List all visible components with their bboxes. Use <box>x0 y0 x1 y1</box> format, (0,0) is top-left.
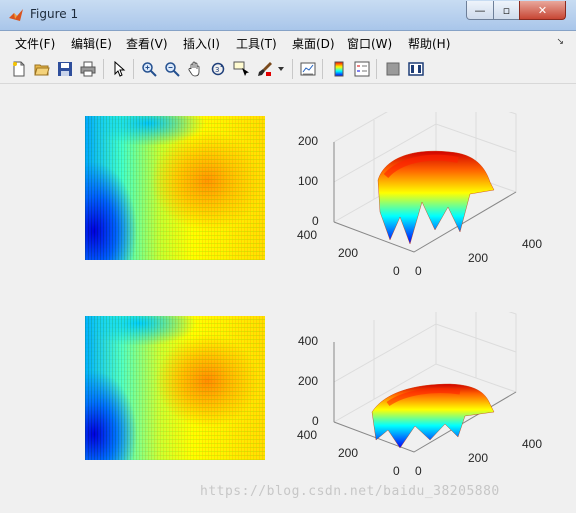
menu-edit[interactable]: 编辑(E) <box>71 35 112 52</box>
zoom-out-icon[interactable] <box>162 59 182 79</box>
toolbar-separator <box>376 59 377 79</box>
surface-plot-top[interactable] <box>290 112 560 282</box>
brush-dropdown-icon[interactable] <box>276 59 286 79</box>
watermark-text: https://blog.csdn.net/baidu_38205880 <box>200 484 500 499</box>
menu-tools[interactable]: 工具(T) <box>236 35 277 52</box>
y-tick: 200 <box>338 446 359 460</box>
menu-desktop[interactable]: 桌面(D) <box>292 35 335 52</box>
menu-insert[interactable]: 插入(I) <box>183 35 220 52</box>
y-tick: 400 <box>297 428 318 442</box>
z-tick: 0 <box>312 414 319 428</box>
z-tick: 200 <box>298 134 319 148</box>
figure-toolbar: 3 <box>0 55 576 84</box>
brush-icon[interactable] <box>255 59 275 79</box>
hide-plot-tools-icon[interactable] <box>383 59 403 79</box>
new-figure-icon[interactable] <box>9 59 29 79</box>
surface-plot-bottom[interactable] <box>290 312 560 482</box>
x-tick: 0 <box>415 464 422 478</box>
print-icon[interactable] <box>78 59 98 79</box>
colorbar-icon[interactable] <box>329 59 349 79</box>
maximize-button[interactable]: ▫ <box>493 1 520 20</box>
menu-view[interactable]: 查看(V) <box>126 35 168 52</box>
title-bar: Figure 1 — ▫ ✕ <box>0 0 576 31</box>
y-tick: 0 <box>393 464 400 478</box>
window-title: Figure 1 <box>30 7 79 21</box>
z-tick: 200 <box>298 374 319 388</box>
x-tick: 0 <box>415 264 422 278</box>
matlab-icon <box>9 9 23 21</box>
show-plot-tools-icon[interactable] <box>406 59 426 79</box>
y-tick: 0 <box>393 264 400 278</box>
toolbar-separator <box>292 59 293 79</box>
y-tick: 400 <box>297 228 318 242</box>
z-tick: 400 <box>298 334 319 348</box>
menubar-dock-arrow-icon[interactable]: ↘ <box>556 37 564 47</box>
menu-window[interactable]: 窗口(W) <box>347 35 392 52</box>
pointer-icon[interactable] <box>109 59 129 79</box>
menu-help[interactable]: 帮助(H) <box>408 35 450 52</box>
pan-hand-icon[interactable] <box>185 59 205 79</box>
minimize-button[interactable]: — <box>466 1 494 20</box>
link-plot-icon[interactable] <box>298 59 318 79</box>
z-tick: 0 <box>312 214 319 228</box>
z-tick: 100 <box>298 174 319 188</box>
data-cursor-icon[interactable] <box>231 59 251 79</box>
rotate-3d-icon[interactable]: 3 <box>208 59 228 79</box>
toolbar-separator <box>103 59 104 79</box>
save-icon[interactable] <box>55 59 75 79</box>
x-tick: 200 <box>468 451 489 465</box>
x-tick: 200 <box>468 251 489 265</box>
legend-icon[interactable] <box>352 59 372 79</box>
open-file-icon[interactable] <box>32 59 52 79</box>
figure-canvas: 200 100 0 400 200 0 0 200 400 400 200 0 … <box>6 84 570 507</box>
toolbar-separator <box>133 59 134 79</box>
y-tick: 200 <box>338 246 359 260</box>
x-tick: 400 <box>522 437 543 451</box>
image-plot-bottom[interactable] <box>85 316 265 460</box>
menu-file[interactable]: 文件(F) <box>15 35 55 52</box>
svg-text:3: 3 <box>215 66 219 74</box>
maximize-icon: ▫ <box>502 3 511 17</box>
toolbar-separator <box>322 59 323 79</box>
close-button[interactable]: ✕ <box>519 1 566 20</box>
menu-bar: 文件(F) 编辑(E) 查看(V) 插入(I) 工具(T) 桌面(D) 窗口(W… <box>0 31 576 54</box>
close-icon: ✕ <box>537 3 548 17</box>
image-plot-top[interactable] <box>85 116 265 260</box>
zoom-in-icon[interactable] <box>139 59 159 79</box>
x-tick: 400 <box>522 237 543 251</box>
minimize-icon: — <box>474 3 486 17</box>
